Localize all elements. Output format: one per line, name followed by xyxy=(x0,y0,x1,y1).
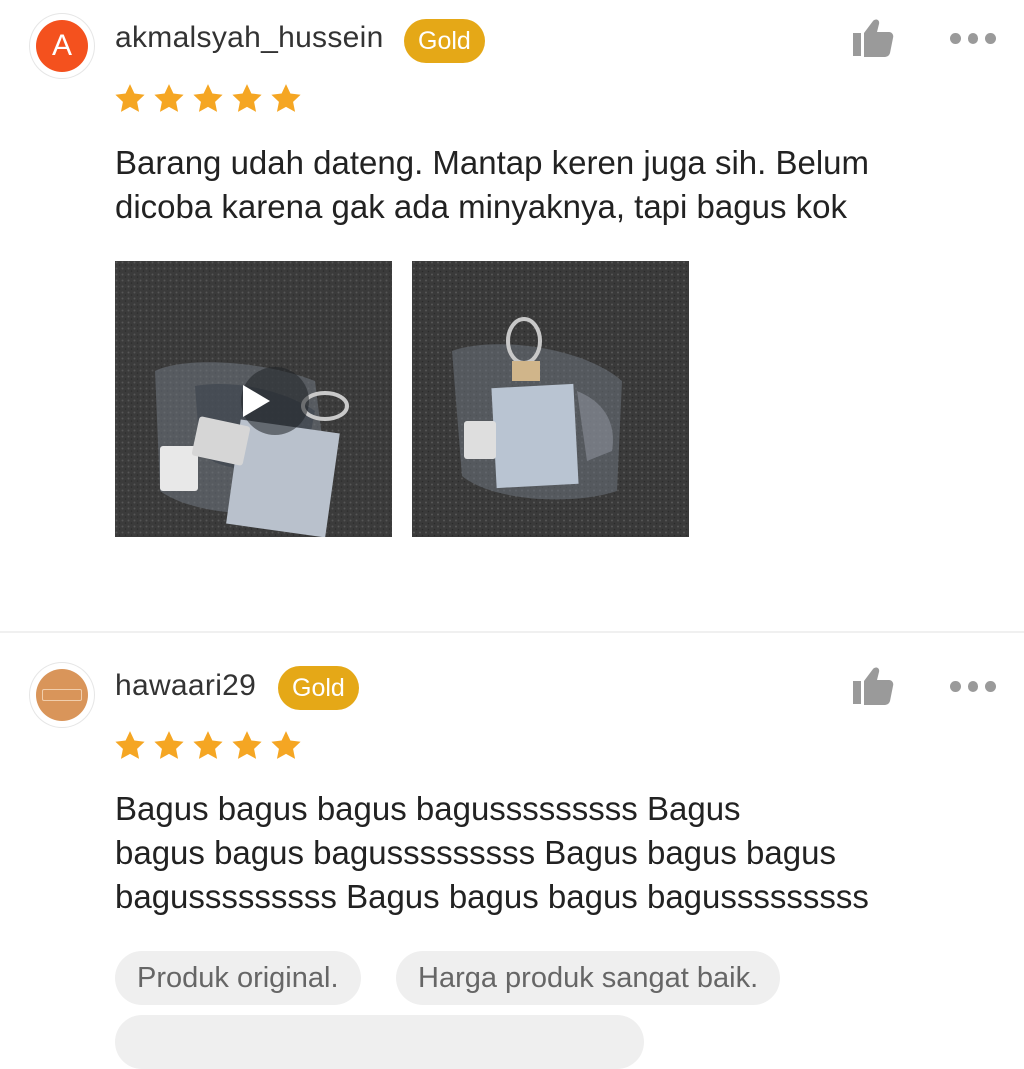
review-text-line: Barang udah dateng. Mantap keren juga si… xyxy=(115,144,870,181)
star-icon xyxy=(271,731,301,759)
star-icon xyxy=(154,731,184,759)
review-text-line: dicoba karena gak ada minyaknya, tapi ba… xyxy=(115,188,847,225)
star-icon xyxy=(115,84,145,112)
thumbs-up-icon xyxy=(853,19,894,57)
avatar-letter: A xyxy=(36,20,88,72)
avatar-image xyxy=(36,669,88,721)
more-options-button[interactable] xyxy=(950,31,997,45)
review-tag[interactable]: Harga produk sangat baik. xyxy=(396,951,781,1005)
like-button[interactable] xyxy=(852,666,894,706)
review-photo-thumbnail[interactable] xyxy=(412,261,689,537)
review-text: Barang udah dateng. Mantap keren juga si… xyxy=(115,141,995,229)
star-icon xyxy=(232,731,262,759)
thumbs-up-icon xyxy=(853,667,894,705)
review-text-line: bagus bagus bagusssssssss Bagus bagus ba… xyxy=(115,834,836,871)
like-button[interactable] xyxy=(852,18,894,58)
review-card: A akmalsyah_hussein Gold Barang udah dat… xyxy=(0,0,1024,630)
review-text-line: bagusssssssss Bagus bagus bagus bagussss… xyxy=(115,878,869,915)
more-dot-icon xyxy=(967,680,979,692)
avatar[interactable]: A xyxy=(30,14,94,78)
more-dot-icon xyxy=(985,680,997,692)
review-text-line: Bagus bagus bagus bagusssssssss Bagus xyxy=(115,790,741,827)
more-options-button[interactable] xyxy=(950,679,997,693)
review-tag[interactable]: Produk original. xyxy=(115,951,361,1005)
reviewer-username[interactable]: akmalsyah_hussein xyxy=(115,21,384,55)
star-icon xyxy=(271,84,301,112)
star-icon xyxy=(232,84,262,112)
star-icon xyxy=(193,84,223,112)
star-rating xyxy=(113,729,303,763)
member-badge: Gold xyxy=(278,666,359,710)
more-dot-icon xyxy=(950,32,961,44)
review-text: Bagus bagus bagus bagusssssssss Bagus ba… xyxy=(115,787,995,919)
star-icon xyxy=(193,731,223,759)
star-rating xyxy=(113,82,303,116)
member-badge: Gold xyxy=(404,19,485,63)
review-card: hawaari29 Gold Bagus bagus bagus bagusss… xyxy=(0,633,1024,1069)
review-tag-partial[interactable] xyxy=(115,1015,644,1069)
more-dot-icon xyxy=(985,32,997,44)
review-video-thumbnail[interactable] xyxy=(115,261,392,537)
avatar[interactable] xyxy=(30,663,94,727)
star-icon xyxy=(115,731,145,759)
reviewer-username[interactable]: hawaari29 xyxy=(115,669,256,703)
more-dot-icon xyxy=(967,32,979,44)
more-dot-icon xyxy=(950,680,961,692)
star-icon xyxy=(154,84,184,112)
